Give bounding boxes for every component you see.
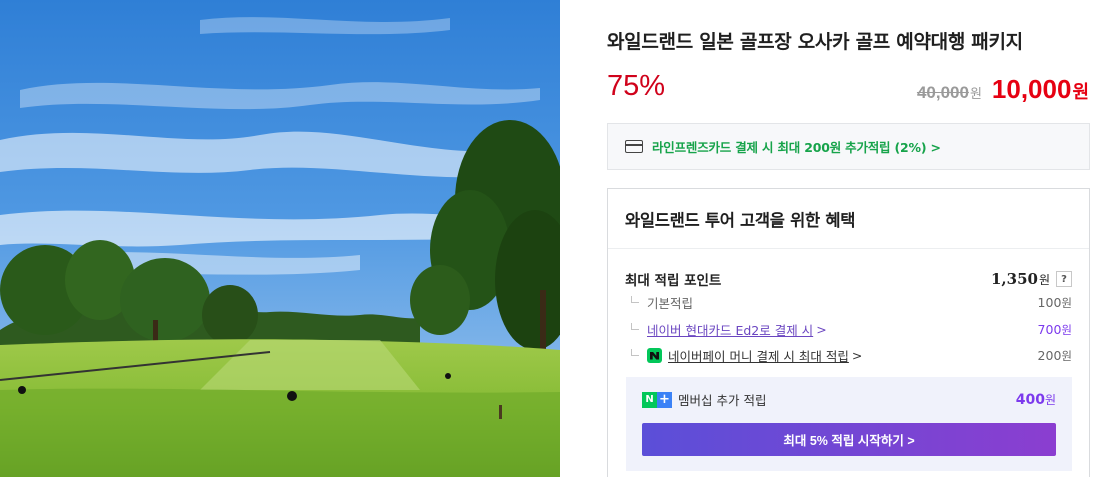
points-item-npay-money[interactable]: 네이버페이 머니 결제 시 최대 적립 > 200원 [631, 346, 1072, 365]
tree-connector-icon [631, 296, 639, 303]
max-points-label: 최대 적립 포인트 [625, 273, 722, 289]
product-info-panel: 와일드랜드 일본 골프장 오사카 골프 예약대행 패키지 75% 40,000 … [607, 0, 1090, 477]
points-item-label: 기본적립 [647, 296, 694, 311]
points-item-value: 200 [1037, 347, 1062, 363]
credit-card-icon [625, 140, 643, 153]
membership-row: N + 멤버십 추가 적립 400원 [642, 390, 1056, 409]
points-item-value: 100 [1037, 294, 1062, 310]
card-promo-text[interactable]: 라인프렌즈카드 결제 시 최대 200원 추가적립 (2%) > [652, 137, 941, 156]
points-item-hyundai-card[interactable]: 네이버 현대카드 Ed2로 결제 시 > 700원 [631, 320, 1072, 339]
product-photo[interactable] [0, 0, 560, 477]
membership-label: 멤버십 추가 적립 [678, 393, 767, 408]
max-points-value: 1,350 [990, 270, 1038, 288]
membership-unit: 원 [1044, 393, 1056, 407]
price-row: 40,000 원 10,000 원 [917, 74, 1089, 105]
points-item-value: 700 [1037, 321, 1062, 337]
tree-connector-icon [631, 349, 639, 356]
card-promo-banner[interactable]: 라인프렌즈카드 결제 시 최대 200원 추가적립 (2%) > [607, 123, 1090, 170]
max-points-value-wrap: 1,350 원 ? [991, 270, 1072, 288]
chevron-right-icon: > [851, 348, 863, 363]
points-item-unit: 원 [1061, 322, 1072, 337]
benefit-heading: 와일드랜드 투어 고객을 위한 혜택 [608, 189, 1089, 249]
original-price-unit: 원 [969, 87, 982, 102]
points-item-link[interactable]: 네이버 현대카드 Ed2로 결제 시 [647, 320, 813, 339]
points-item-basic: 기본적립 100원 [631, 293, 1072, 312]
sale-price: 10,000 [991, 74, 1072, 104]
product-page: 와일드랜드 일본 골프장 오사카 골프 예약대행 패키지 75% 40,000 … [0, 0, 1113, 477]
membership-value: 400 [1015, 392, 1045, 408]
chevron-right-icon: > [816, 322, 827, 337]
membership-start-button[interactable]: 최대 5% 적립 시작하기 > [642, 423, 1056, 456]
benefit-box: 와일드랜드 투어 고객을 위한 혜택 최대 적립 포인트 1,350 원 ? 기… [607, 188, 1090, 477]
naver-pay-icon [647, 348, 662, 363]
product-title: 와일드랜드 일본 골프장 오사카 골프 예약대행 패키지 [607, 31, 1023, 53]
points-item-unit: 원 [1061, 348, 1072, 363]
max-points-unit: 원 [1038, 272, 1050, 287]
sale-price-unit: 원 [1072, 82, 1089, 103]
original-price: 40,000 [916, 83, 969, 102]
points-item-unit: 원 [1061, 295, 1072, 310]
membership-box: N + 멤버십 추가 적립 400원 최대 5% 적립 시작하기 > [626, 377, 1072, 471]
naver-plus-icon: N + [642, 391, 672, 408]
discount-rate: 75% [607, 70, 666, 102]
max-points-row: 최대 적립 포인트 1,350 원 ? [625, 269, 1072, 289]
help-icon[interactable]: ? [1056, 271, 1072, 287]
tree-connector-icon [631, 323, 639, 330]
points-item-link[interactable]: 네이버페이 머니 결제 시 최대 적립 [668, 346, 849, 365]
